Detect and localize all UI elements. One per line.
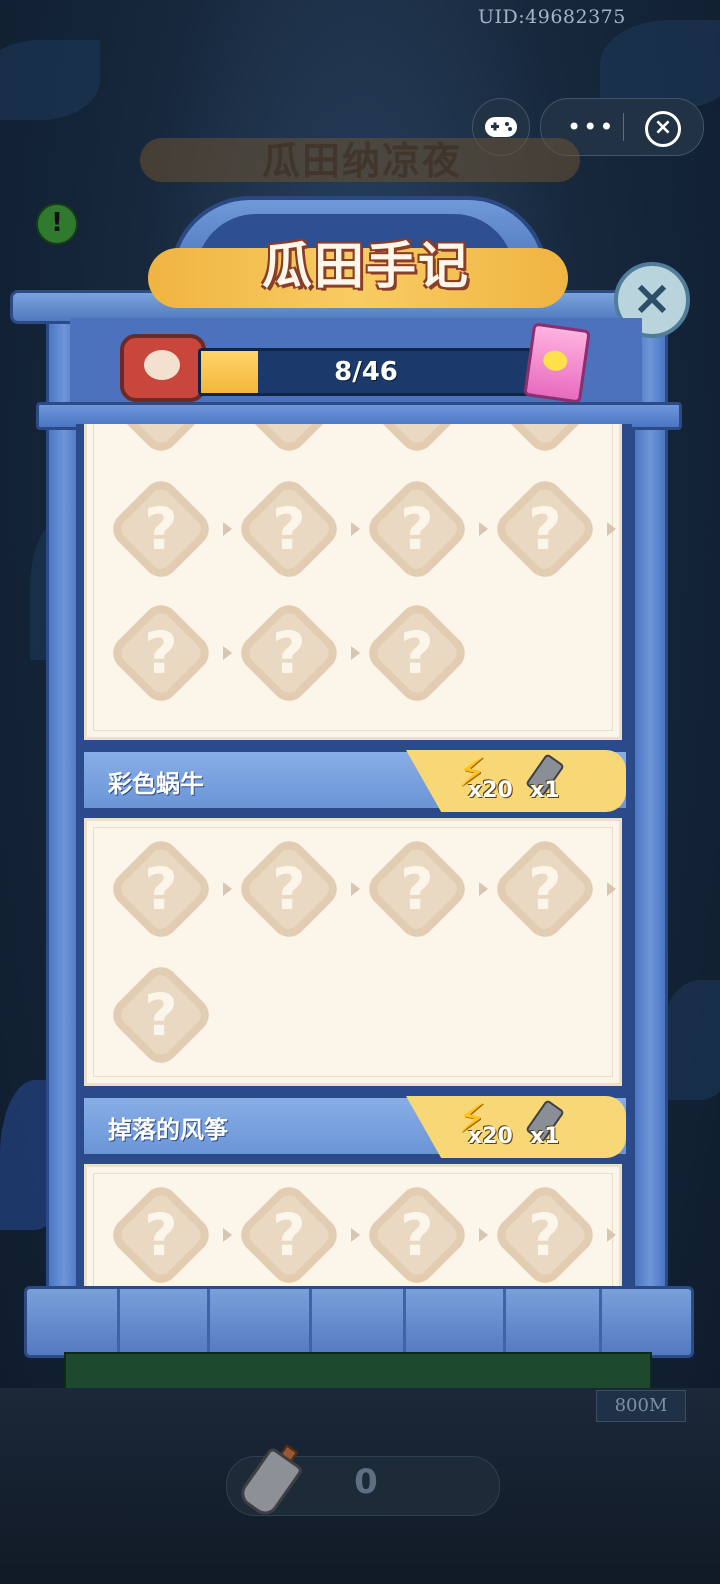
floor-plank	[207, 1289, 210, 1355]
section-title: 彩色蜗牛	[108, 769, 204, 798]
section-reward: ⚡ x20 x1	[406, 1096, 626, 1158]
chain-arrow-icon	[351, 522, 360, 536]
question-mark-icon: ?	[400, 855, 434, 923]
question-mark-icon: ?	[272, 495, 306, 563]
more-icon[interactable]: •••	[567, 113, 615, 141]
collection-card: ?????	[84, 818, 622, 1086]
capsule-divider	[623, 113, 624, 141]
section-header: 掉落的风筝 ⚡ x20 x1	[84, 1096, 626, 1158]
panel-title: 瓜田手记	[262, 236, 470, 295]
gamepad-icon	[485, 117, 517, 137]
shovel-count: 0	[354, 1462, 378, 1502]
question-mark-icon: ?	[144, 619, 178, 687]
question-mark-icon: ?	[490, 424, 600, 458]
alert-icon[interactable]: !	[36, 203, 78, 245]
distance-label: 800M	[596, 1390, 686, 1422]
question-mark-icon: ?	[362, 424, 472, 458]
chain-arrow-icon	[479, 522, 488, 536]
floor-plank	[403, 1289, 406, 1355]
chain-arrow-icon	[223, 646, 232, 660]
question-mark-icon: ?	[528, 495, 562, 563]
event-title: 瓜田纳凉夜	[262, 138, 463, 183]
grass-strip	[64, 1352, 652, 1392]
energy-qty: x20	[468, 778, 513, 803]
platform-floor	[24, 1286, 694, 1358]
close-circle-icon[interactable]: ×	[645, 111, 681, 147]
question-mark-icon: ?	[106, 424, 216, 458]
progress-bar: 8/46	[198, 348, 534, 396]
question-mark-icon: ?	[234, 424, 344, 458]
question-mark-icon: ?	[272, 855, 306, 923]
energy-qty: x20	[468, 1124, 513, 1149]
chain-arrow-icon	[479, 882, 488, 896]
section-header: 彩色蜗牛 ⚡ x20 x1	[84, 750, 626, 812]
question-mark-icon: ?	[400, 1201, 434, 1269]
collection-card: ????	[84, 1164, 622, 1290]
collection-list[interactable]: ??????????? 彩色蜗牛 ⚡ x20 x1 ????? 掉落的风筝 ⚡ …	[76, 424, 632, 1290]
chain-arrow-icon	[607, 522, 616, 536]
shovel-qty: x1	[530, 778, 560, 803]
right-pillar	[632, 312, 668, 1318]
chain-arrow-icon	[223, 1228, 232, 1242]
question-mark-icon: ?	[272, 619, 306, 687]
question-mark-icon: ?	[400, 495, 434, 563]
question-mark-icon: ?	[528, 855, 562, 923]
chain-arrow-icon	[607, 1228, 616, 1242]
floor-plank	[309, 1289, 312, 1355]
question-mark-icon: ?	[528, 1201, 562, 1269]
floor-plank	[599, 1289, 602, 1355]
section-reward: ⚡ x20 x1	[406, 750, 626, 812]
chain-arrow-icon	[223, 522, 232, 536]
progress-text: 8/46	[334, 357, 398, 387]
shovel-qty: x1	[530, 1124, 560, 1149]
question-mark-icon: ?	[144, 855, 178, 923]
question-mark-icon: ?	[400, 619, 434, 687]
chain-arrow-icon	[607, 882, 616, 896]
question-mark-icon: ?	[272, 1201, 306, 1269]
gift-envelope-icon[interactable]	[523, 322, 591, 404]
question-mark-icon: ?	[144, 1201, 178, 1269]
chain-arrow-icon	[351, 1228, 360, 1242]
chain-arrow-icon	[223, 882, 232, 896]
chain-arrow-icon	[351, 646, 360, 660]
scroll-icon	[120, 334, 206, 402]
uid-label: UID:49682375	[478, 6, 626, 28]
chain-arrow-icon	[479, 1228, 488, 1242]
question-mark-icon: ?	[144, 981, 178, 1049]
chain-arrow-icon	[351, 882, 360, 896]
collection-card: ???????????	[84, 424, 622, 740]
question-mark-icon: ?	[144, 495, 178, 563]
floor-plank	[503, 1289, 506, 1355]
floor-plank	[117, 1289, 120, 1355]
section-title: 掉落的风筝	[108, 1115, 228, 1144]
